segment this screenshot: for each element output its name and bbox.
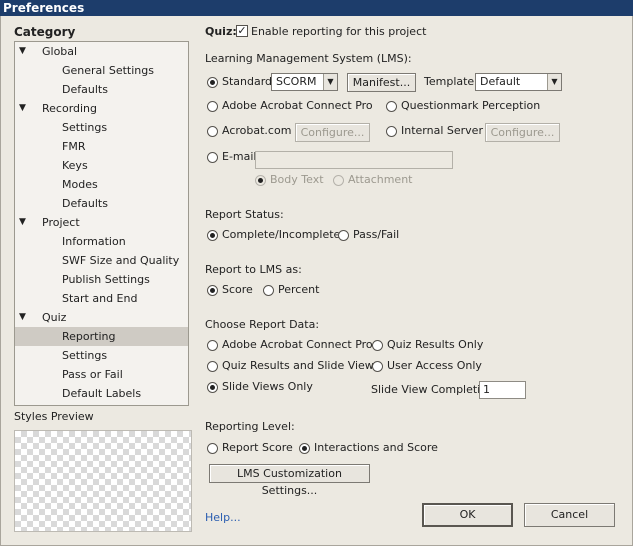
percent-radio[interactable] (263, 285, 274, 296)
quiz-results-only-label[interactable]: Quiz Results Only (387, 338, 483, 351)
enable-reporting-checkbox[interactable]: ✓ (236, 25, 248, 37)
category-label: Category (14, 25, 76, 39)
tree-item-fmr[interactable]: FMR (15, 137, 188, 156)
category-tree[interactable]: ▼ Global General Settings Defaults ▼ Recor… (14, 41, 189, 406)
tree-item-modes[interactable]: Modes (15, 175, 188, 194)
lms-adobe-connect-radio[interactable] (207, 101, 218, 112)
lms-questionmark-label[interactable]: Questionmark Perception (401, 99, 540, 112)
tree-item-project[interactable]: ▼ Project (15, 213, 188, 232)
tree-item-reporting[interactable]: Reporting (15, 327, 188, 346)
body-text-radio[interactable] (255, 175, 266, 186)
interactions-score-radio[interactable] (299, 443, 310, 454)
tree-item-publish-settings[interactable]: Publish Settings (15, 270, 188, 289)
window-title-bar: Preferences (0, 0, 633, 16)
lms-acrobat-com-label[interactable]: Acrobat.com (222, 124, 291, 137)
slide-view-completion-field[interactable]: 1 (479, 381, 526, 399)
ok-button[interactable]: OK (422, 503, 513, 527)
report-data-adobe-connect-label[interactable]: Adobe Acrobat Connect Pro (222, 338, 373, 351)
interactions-score-label[interactable]: Interactions and Score (314, 441, 438, 454)
lms-internal-server-radio[interactable] (386, 126, 397, 137)
quiz-results-only-radio[interactable] (372, 340, 383, 351)
lms-customization-settings-button[interactable]: LMS Customization Settings... (209, 464, 370, 497)
score-radio[interactable] (207, 285, 218, 296)
lms-internal-server-label[interactable]: Internal Server (401, 124, 483, 137)
lms-standard-value: SCORM (276, 75, 317, 88)
report-score-radio[interactable] (207, 443, 218, 454)
lms-heading: Learning Management System (LMS): (205, 52, 412, 65)
tree-item-information[interactable]: Information (15, 232, 188, 251)
tree-item-swf-size-quality[interactable]: SWF Size and Quality (15, 251, 188, 270)
report-to-lms-heading: Report to LMS as: (205, 263, 302, 276)
email-field[interactable] (255, 151, 453, 169)
quiz-label: Quiz: (205, 25, 237, 38)
pass-fail-label[interactable]: Pass/Fail (353, 228, 399, 241)
body-text-label[interactable]: Body Text (270, 173, 324, 186)
template-select[interactable]: Default ▼ (475, 73, 562, 91)
complete-incomplete-radio[interactable] (207, 230, 218, 241)
expand-arrow-icon[interactable]: ▼ (19, 99, 26, 118)
expand-arrow-icon[interactable]: ▼ (19, 42, 26, 61)
tree-item-keys[interactable]: Keys (15, 156, 188, 175)
tree-item-pass-or-fail[interactable]: Pass or Fail (15, 365, 188, 384)
percent-label[interactable]: Percent (278, 283, 319, 296)
styles-preview (14, 430, 192, 532)
attachment-label[interactable]: Attachment (348, 173, 413, 186)
lms-standard-label[interactable]: Standard: (222, 75, 276, 88)
manifest-button[interactable]: Manifest... (347, 73, 416, 92)
user-access-only-label[interactable]: User Access Only (387, 359, 482, 372)
slide-views-only-label[interactable]: Slide Views Only (222, 380, 313, 393)
user-access-only-radio[interactable] (372, 361, 383, 372)
slide-view-completion-label: Slide View Completion (371, 383, 494, 396)
template-label: Template: (424, 75, 478, 88)
complete-incomplete-label[interactable]: Complete/Incomplete (222, 228, 340, 241)
pass-fail-radio[interactable] (338, 230, 349, 241)
template-value: Default (480, 75, 521, 88)
enable-reporting-label[interactable]: Enable reporting for this project (251, 25, 426, 38)
internal-server-configure-button[interactable]: Configure... (485, 123, 560, 142)
tree-item-global-defaults[interactable]: Defaults (15, 80, 188, 99)
expand-arrow-icon[interactable]: ▼ (19, 308, 26, 327)
acrobat-configure-button[interactable]: Configure... (295, 123, 370, 142)
lms-standard-select[interactable]: SCORM ▼ (271, 73, 338, 91)
tree-item-general-settings[interactable]: General Settings (15, 61, 188, 80)
cancel-button[interactable]: Cancel (524, 503, 615, 527)
chevron-down-icon[interactable]: ▼ (547, 74, 561, 90)
lms-acrobat-com-radio[interactable] (207, 126, 218, 137)
tree-item-recording-settings[interactable]: Settings (15, 118, 188, 137)
tree-item-global[interactable]: ▼ Global (15, 42, 188, 61)
help-link[interactable]: Help... (205, 511, 241, 524)
lms-questionmark-radio[interactable] (386, 101, 397, 112)
lms-adobe-connect-label[interactable]: Adobe Acrobat Connect Pro (222, 99, 373, 112)
tree-item-quiz-settings[interactable]: Settings (15, 346, 188, 365)
window-title: Preferences (3, 1, 85, 15)
chevron-down-icon[interactable]: ▼ (323, 74, 337, 90)
tree-item-recording[interactable]: ▼ Recording (15, 99, 188, 118)
tree-item-recording-defaults[interactable]: Defaults (15, 194, 188, 213)
score-label[interactable]: Score (222, 283, 253, 296)
tree-item-default-labels[interactable]: Default Labels (15, 384, 188, 403)
slide-views-only-radio[interactable] (207, 382, 218, 393)
reporting-level-heading: Reporting Level: (205, 420, 295, 433)
lms-email-radio[interactable] (207, 152, 218, 163)
report-score-label[interactable]: Report Score (222, 441, 293, 454)
lms-standard-radio[interactable] (207, 77, 218, 88)
report-status-heading: Report Status: (205, 208, 284, 221)
report-data-heading: Choose Report Data: (205, 318, 320, 331)
expand-arrow-icon[interactable]: ▼ (19, 213, 26, 232)
tree-item-quiz[interactable]: ▼ Quiz (15, 308, 188, 327)
report-data-adobe-connect-radio[interactable] (207, 340, 218, 351)
quiz-results-slide-views-radio[interactable] (207, 361, 218, 372)
tree-item-start-end[interactable]: Start and End (15, 289, 188, 308)
styles-preview-label: Styles Preview (14, 410, 94, 423)
attachment-radio[interactable] (333, 175, 344, 186)
quiz-results-slide-views-label[interactable]: Quiz Results and Slide Views (222, 359, 380, 372)
